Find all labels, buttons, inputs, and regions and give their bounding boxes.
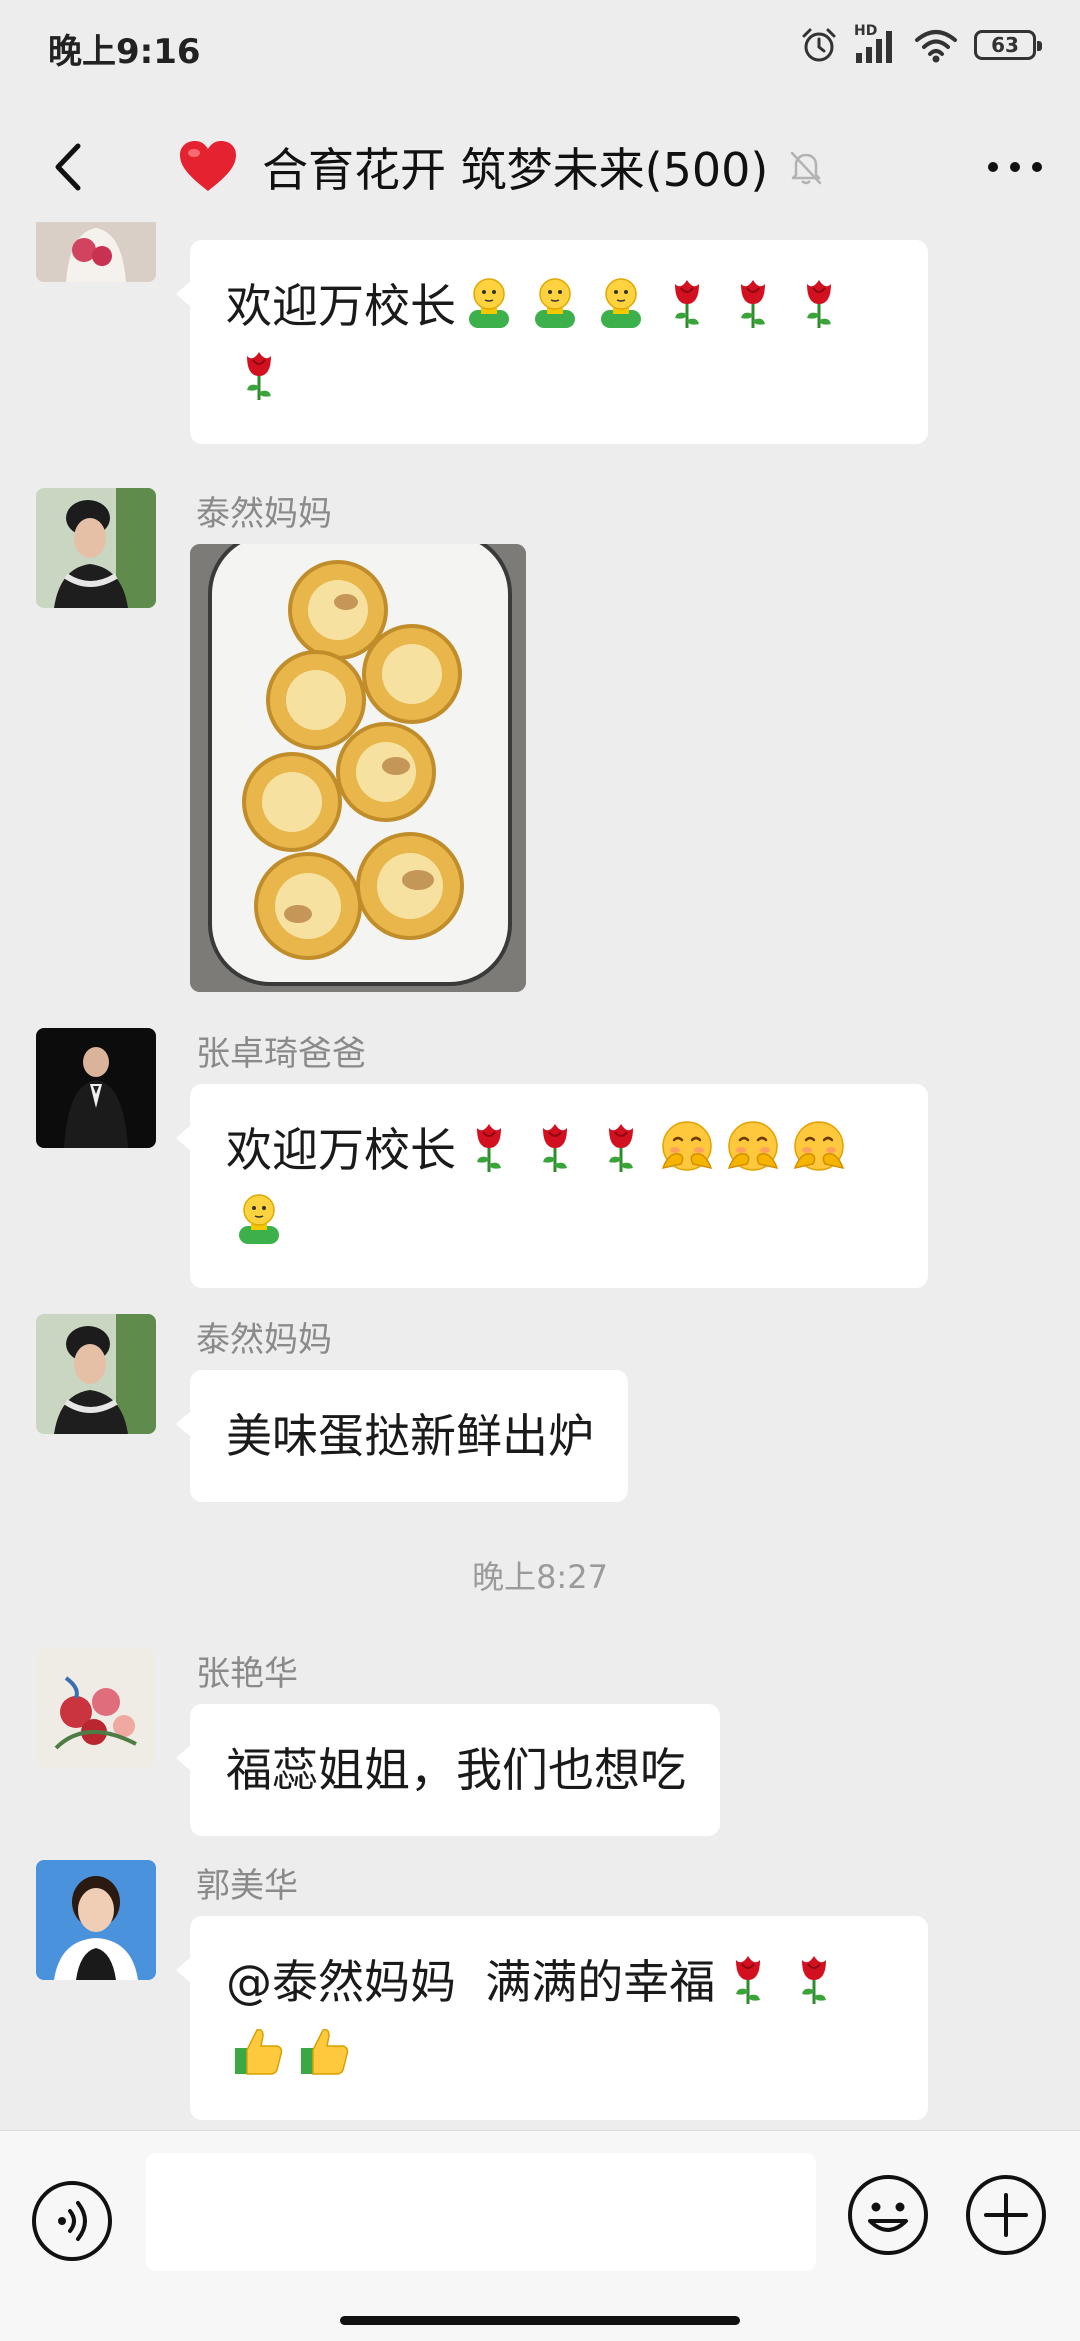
rose-emoji (461, 1118, 517, 1174)
shy-hug-emoji (659, 1118, 715, 1174)
shy-hug-emoji (791, 1118, 847, 1174)
time-separator: 晚上8:27 (472, 1558, 608, 1596)
wifi-icon (915, 30, 957, 63)
status-time: 晚上9:16 (48, 32, 201, 72)
chat-title: 合育花开 筑梦未来(500) (262, 143, 769, 197)
smiley-guy-emoji (231, 1190, 287, 1246)
avatar[interactable] (36, 1314, 156, 1434)
message-image[interactable] (190, 544, 526, 992)
rose-emoji (791, 274, 847, 330)
thumbs-up-emoji (297, 2022, 353, 2078)
sender-name: 泰然妈妈 (196, 494, 332, 534)
avatar[interactable] (36, 1028, 156, 1148)
plus-icon[interactable] (964, 2173, 1048, 2257)
home-indicator[interactable] (340, 2316, 740, 2325)
message-bubble[interactable]: 欢迎万校长 (176, 1084, 928, 1288)
smiley-guy-emoji (527, 274, 583, 330)
message-bubble[interactable]: 欢迎万校长 (176, 240, 928, 444)
battery-icon: 63 (974, 30, 1042, 60)
smiley-guy-emoji (593, 274, 649, 330)
rose-emoji (786, 1950, 842, 2006)
chat-title-group: 合育花开 筑梦未来(500) (178, 130, 826, 204)
message-text: 美味蛋挞新鲜出炉 (226, 1409, 594, 1463)
sender-name: 张艳华 (196, 1654, 298, 1694)
rose-emoji (527, 1118, 583, 1174)
message-bubble[interactable]: @泰然妈妈 满满的幸福 (176, 1916, 928, 2120)
rose-emoji (725, 274, 781, 330)
emoji-icon[interactable] (846, 2173, 930, 2257)
status-icons: HD 63 (800, 22, 1042, 68)
sender-name: 张卓琦爸爸 (196, 1034, 366, 1074)
chat-header: 合育花开 筑梦未来(500) (0, 112, 1080, 222)
message-bubble[interactable]: 美味蛋挞新鲜出炉 (176, 1370, 628, 1502)
message-text: 福蕊姐姐，我们也想吃 (226, 1743, 686, 1797)
avatar[interactable] (36, 222, 156, 282)
rose-emoji (593, 1118, 649, 1174)
chat-area[interactable]: 欢迎万校长 泰然妈妈 张卓琦爸爸 欢迎万校长 泰然妈妈 美味蛋挞新鲜出炉 晚上8… (0, 222, 1080, 2130)
alarm-icon (802, 28, 836, 62)
message-input[interactable] (146, 2153, 816, 2271)
rose-emoji (659, 274, 715, 330)
thumbs-up-emoji (231, 2022, 287, 2078)
avatar[interactable] (36, 1648, 156, 1768)
signal-icon: HD (854, 23, 898, 63)
voice-icon[interactable] (30, 2179, 114, 2263)
red-heart-icon (180, 141, 236, 191)
more-icon[interactable] (980, 142, 1050, 192)
sender-name: 泰然妈妈 (196, 1320, 332, 1360)
message-bubble[interactable]: 福蕊姐姐，我们也想吃 (176, 1704, 720, 1836)
avatar[interactable] (36, 488, 156, 608)
shy-hug-emoji (725, 1118, 781, 1174)
message-text: @泰然妈妈 满满的幸福 (226, 1955, 716, 2009)
message-text: 欢迎万校长 (226, 279, 456, 333)
message-text: 欢迎万校长 (226, 1123, 456, 1177)
smiley-guy-emoji (461, 274, 517, 330)
sender-name: 郭美华 (196, 1866, 298, 1906)
mute-bell-icon (791, 151, 822, 185)
input-bar (0, 2130, 1080, 2341)
back-icon[interactable] (36, 132, 106, 202)
status-bar: 晚上9:16 HD 63 (0, 0, 1080, 92)
avatar[interactable] (36, 1860, 156, 1980)
rose-emoji (231, 346, 287, 402)
rose-emoji (720, 1950, 776, 2006)
